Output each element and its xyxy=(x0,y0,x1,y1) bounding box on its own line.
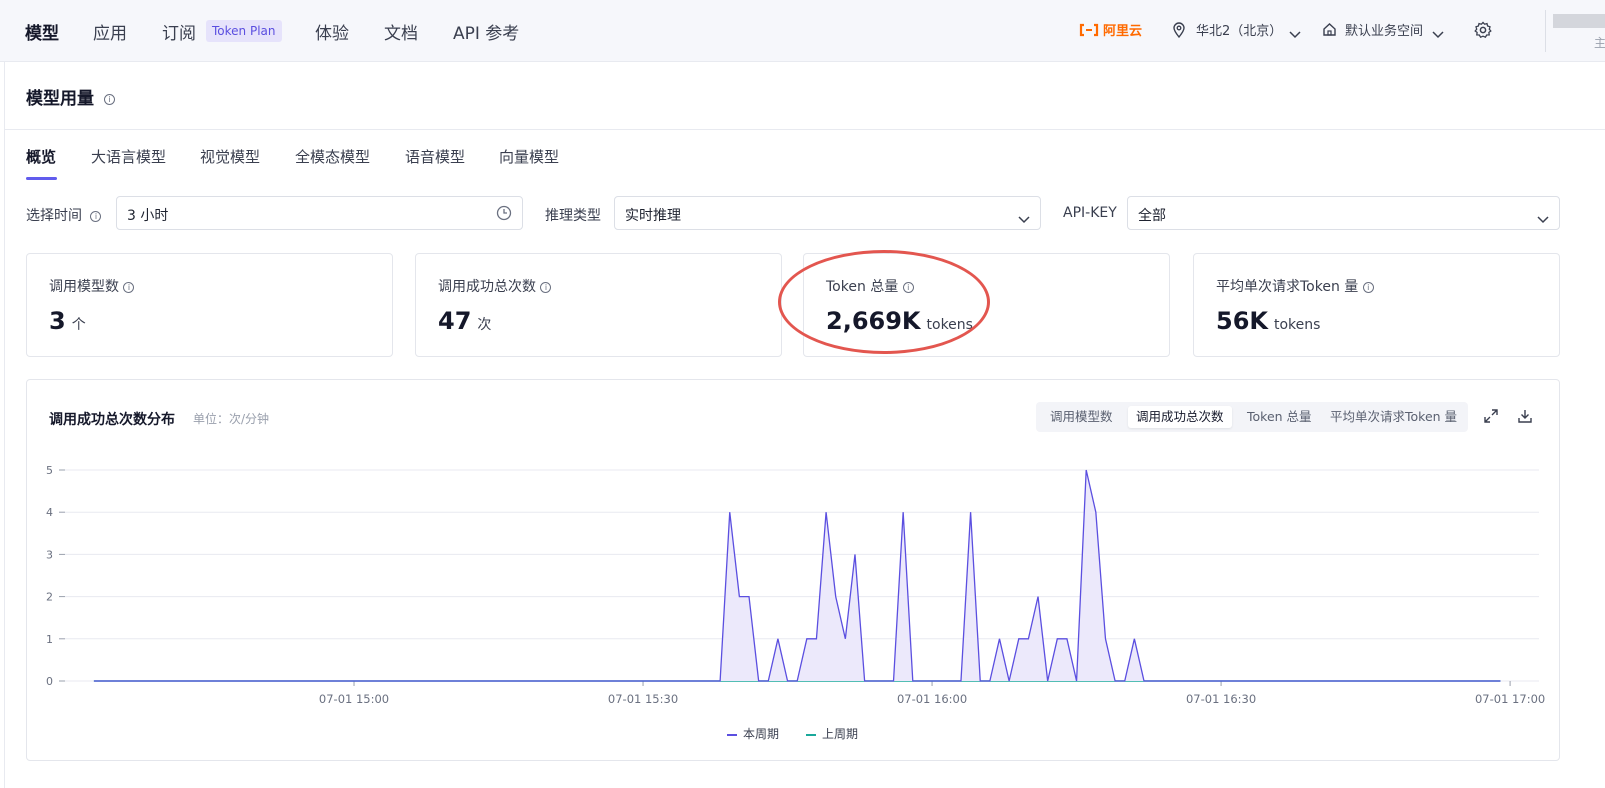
time-range-picker[interactable]: 3 小时 xyxy=(116,196,523,230)
x-tick-label: 07-01 15:00 xyxy=(319,692,389,706)
stat-unit: 个 xyxy=(71,317,86,333)
legend-current-label: 本周期 xyxy=(743,727,780,741)
y-tick-label: 4 xyxy=(46,506,53,519)
aliyun-brand: 阿里云 xyxy=(1103,24,1143,39)
series-current-area xyxy=(93,470,1501,681)
home-icon xyxy=(1322,22,1337,41)
avatar[interactable] xyxy=(1553,14,1605,28)
nav-docs[interactable]: 文档 xyxy=(384,19,418,44)
chevron-down-icon xyxy=(1018,209,1030,228)
apikey-value: 全部 xyxy=(1138,208,1166,224)
info-icon[interactable]: i xyxy=(123,281,135,293)
y-tick-label: 3 xyxy=(46,548,53,561)
series-current-line xyxy=(93,469,1501,682)
apikey-select[interactable]: 全部 xyxy=(1127,196,1560,230)
y-tick-label: 5 xyxy=(46,464,53,477)
nav-divider xyxy=(1545,10,1546,52)
legend-current[interactable]: 本周期 xyxy=(727,725,779,742)
stat-label: 调用模型数 i xyxy=(49,276,135,296)
x-tick-label: 07-01 16:30 xyxy=(1186,692,1256,706)
title-divider xyxy=(5,129,1605,130)
info-icon[interactable]: i xyxy=(540,281,552,293)
stat-number: 3 xyxy=(49,307,66,335)
stat-value: 56K tokens xyxy=(1216,307,1320,335)
page-title: 模型用量 i xyxy=(26,84,115,109)
stat-number: 47 xyxy=(438,307,472,335)
apikey-label: API-KEY xyxy=(1063,205,1117,221)
inference-type-label: 推理类型 xyxy=(545,208,601,224)
stat-unit: 次 xyxy=(477,317,492,333)
nav-apps[interactable]: 应用 xyxy=(93,19,127,44)
time-filter-label: 选择时间 i xyxy=(26,205,102,225)
stat-label: 调用成功总次数 i xyxy=(438,276,552,296)
time-filter-label-text: 选择时间 xyxy=(26,208,82,224)
info-icon[interactable]: i xyxy=(1362,281,1374,293)
tab-omni[interactable]: 全模态模型 xyxy=(295,146,370,167)
y-tick-label: 1 xyxy=(46,633,53,646)
inference-type-value: 实时推理 xyxy=(625,208,681,224)
chevron-down-icon[interactable] xyxy=(1432,24,1444,43)
stat-unit: tokens xyxy=(1274,317,1321,333)
workspace-selector[interactable]: 默认业务空间 xyxy=(1345,20,1423,39)
stat-value: 3个 xyxy=(49,307,86,335)
stat-card-avg-tokens: 平均单次请求Token 量 i 56K tokens xyxy=(1193,253,1560,357)
nav-subscription[interactable]: 订阅 xyxy=(162,19,196,44)
stat-label: 平均单次请求Token 量 i xyxy=(1216,276,1374,296)
tab-speech[interactable]: 语音模型 xyxy=(405,146,465,167)
tab-embedding[interactable]: 向量模型 xyxy=(499,146,559,167)
nav-api-reference[interactable]: API 参考 xyxy=(453,19,519,44)
tab-llm[interactable]: 大语言模型 xyxy=(91,146,166,167)
stat-card-calls: 调用成功总次数 i 47 次 xyxy=(415,253,782,357)
stat-label-text: 调用成功总次数 xyxy=(438,279,536,295)
stat-card-models: 调用模型数 i 3个 xyxy=(26,253,393,357)
page-title-text: 模型用量 xyxy=(26,89,94,109)
stat-label-text: 平均单次请求Token 量 xyxy=(1216,279,1359,295)
y-tick-label: 0 xyxy=(46,675,53,688)
x-tick-label: 07-01 16:00 xyxy=(897,692,967,706)
y-tick-label: 2 xyxy=(46,591,53,604)
stat-number: 56K xyxy=(1216,307,1268,335)
legend-previous-label: 上周期 xyxy=(822,727,859,741)
tab-vision[interactable]: 视觉模型 xyxy=(200,146,260,167)
info-icon[interactable]: i xyxy=(103,93,115,105)
clock-icon xyxy=(496,205,512,225)
gear-icon[interactable] xyxy=(1474,21,1492,43)
active-tab-indicator xyxy=(26,177,57,180)
aliyun-logo-icon xyxy=(1079,22,1099,41)
legend-swatch-current xyxy=(727,733,737,736)
stat-value: 47 次 xyxy=(438,307,491,335)
stat-label-text: 调用模型数 xyxy=(49,279,119,295)
annotation-circle xyxy=(778,250,990,354)
x-tick-label: 07-01 15:30 xyxy=(608,692,678,706)
info-icon[interactable]: i xyxy=(90,210,102,222)
time-range-value: 3 小时 xyxy=(127,208,169,224)
inference-type-select[interactable]: 实时推理 xyxy=(614,196,1041,230)
legend-previous[interactable]: 上周期 xyxy=(806,725,858,742)
region-selector[interactable]: 华北2（北京） xyxy=(1196,20,1282,39)
nav-models[interactable]: 模型 xyxy=(25,19,59,44)
account-label[interactable]: 主 xyxy=(1594,34,1605,51)
top-navigation: 模型 应用 订阅 Token Plan 体验 文档 API 参考 阿里云 华北2… xyxy=(0,0,1605,62)
tab-overview[interactable]: 概览 xyxy=(26,146,56,167)
chart-panel: 调用成功总次数分布 单位：次/分钟 调用模型数 调用成功总次数 Token 总量… xyxy=(26,379,1560,761)
chevron-down-icon xyxy=(1537,209,1549,228)
chevron-down-icon[interactable] xyxy=(1289,24,1301,43)
token-plan-badge[interactable]: Token Plan xyxy=(206,20,282,42)
legend-swatch-previous xyxy=(806,733,816,736)
usage-chart: 0 1 2 3 4 5 07-01 15:00 07-01 15:30 07-01 16:00 0… xyxy=(46,464,1545,706)
main-content: 模型用量 i 概览 大语言模型 视觉模型 全模态模型 语音模型 向量模型 选择时… xyxy=(4,62,1605,788)
location-icon xyxy=(1172,22,1186,42)
nav-experience[interactable]: 体验 xyxy=(315,19,349,44)
x-tick-label: 07-01 17:00 xyxy=(1475,692,1545,706)
